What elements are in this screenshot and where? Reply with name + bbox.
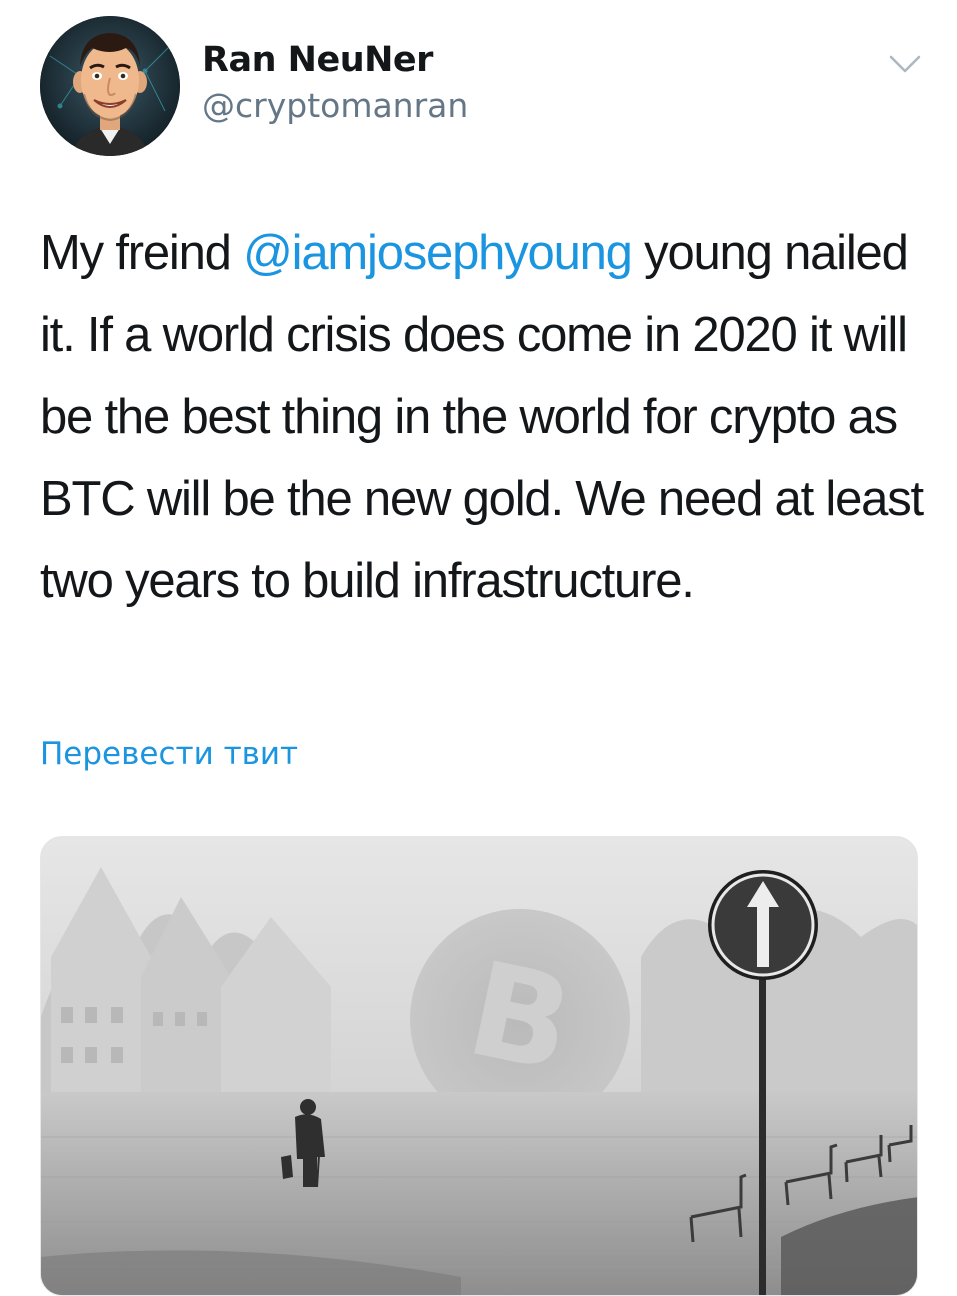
tweet-header: Ran NeuNer @cryptomanran bbox=[40, 16, 922, 158]
chevron-down-icon bbox=[889, 55, 921, 73]
author-handle[interactable]: @cryptomanran bbox=[202, 84, 468, 128]
tweet: Ran NeuNer @cryptomanran My freind @iamj… bbox=[0, 0, 957, 1296]
translate-tweet-link[interactable]: Перевести твит bbox=[40, 734, 298, 774]
tweet-menu-button[interactable] bbox=[888, 52, 922, 76]
tweet-media-photo[interactable]: B bbox=[40, 836, 918, 1296]
tweet-text: My freind @iamjosephyoung young nailed i… bbox=[40, 212, 930, 622]
author-names: Ran NeuNer @cryptomanran bbox=[202, 38, 468, 128]
mention-link[interactable]: @iamjosephyoung bbox=[243, 226, 633, 280]
avatar[interactable] bbox=[40, 16, 180, 156]
author-display-name[interactable]: Ran NeuNer bbox=[202, 38, 468, 82]
foggy-street-bitcoin-photo: B bbox=[41, 837, 917, 1295]
tweet-text-after: young nailed it. If a world crisis does … bbox=[40, 226, 924, 608]
avatar-caricature-icon bbox=[40, 16, 180, 156]
tweet-text-before: My freind bbox=[40, 226, 244, 280]
